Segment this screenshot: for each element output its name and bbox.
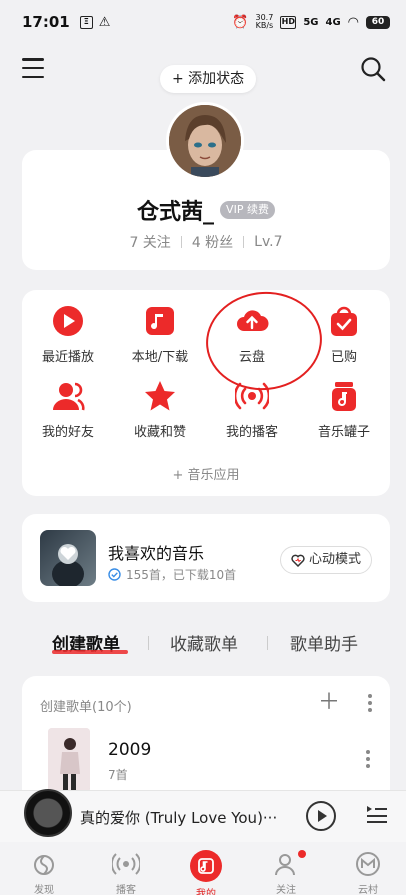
app-recent-play[interactable]: 最近播放: [22, 304, 114, 365]
playlist-count: 7首: [108, 768, 128, 782]
app-label: 我的播客: [225, 425, 278, 440]
warning-icon: ⚠: [98, 14, 111, 30]
search-icon[interactable]: [360, 56, 386, 82]
my-music-icon: [190, 850, 222, 882]
signal-5g: 5G: [303, 16, 319, 28]
status-time: 17:01: [22, 13, 70, 31]
playlist-section-header: 创建歌单(10个): [40, 700, 132, 715]
network-speed-unit: KB/s: [255, 21, 274, 30]
app-label: 音乐罐子: [317, 425, 370, 440]
recent-play-icon: [53, 306, 83, 336]
app-favorites[interactable]: 收藏和赞: [114, 379, 206, 440]
add-playlist-icon[interactable]: ＋: [318, 692, 340, 714]
app-friends[interactable]: 我的好友: [22, 379, 114, 440]
podcast-nav-icon: [112, 853, 140, 875]
app-local-download[interactable]: 本地/下载: [114, 304, 206, 365]
tab-assistant[interactable]: 歌单助手: [290, 630, 358, 655]
alarm-icon: ⏰: [232, 14, 249, 30]
nav-my-music[interactable]: 我的: [176, 850, 236, 895]
menu-icon[interactable]: [22, 58, 44, 78]
heart-mode-button[interactable]: 心动模式: [279, 546, 372, 574]
nav-label: 关注: [276, 885, 296, 895]
play-button[interactable]: [306, 801, 336, 831]
app-purchased[interactable]: 已购: [298, 304, 390, 365]
liked-music-title: 我喜欢的音乐: [108, 544, 205, 563]
hd-icon: HD: [280, 15, 297, 29]
music-jar-icon: [332, 382, 356, 411]
notification-dot: [298, 850, 306, 858]
discover-icon: [34, 855, 54, 875]
app-label: 已购: [330, 350, 357, 365]
divider: [180, 236, 182, 248]
signal-4g: 4G: [325, 16, 341, 28]
tab-divider: [267, 636, 268, 650]
top-bar: + 添加状态: [0, 52, 406, 93]
status-bar: 17:01 Ξ ⚠ ⏰ 30.7 KB/s HD 5G 4G ◠ 60: [0, 0, 406, 44]
app-label: 本地/下载: [131, 350, 189, 365]
nav-discover[interactable]: 发现: [14, 850, 74, 895]
follow-icon: [275, 854, 295, 876]
username[interactable]: 仓式茜_: [137, 194, 214, 226]
app-label: 云盘: [238, 350, 265, 365]
profile-stats: 7 关注 4 粉丝 Lv.7: [22, 232, 390, 252]
bottom-nav: 发现 播客 我的 关注 云村: [0, 842, 406, 895]
liked-music-subtitle: 155首，已下载10首: [126, 568, 237, 582]
apps-card: 最近播放 本地/下载 云盘 已购 我的好友 收藏和赞 我的播客 音乐罐子 + 音…: [22, 290, 390, 496]
app-grid: 最近播放 本地/下载 云盘 已购 我的好友 收藏和赞 我的播客 音乐罐子: [22, 304, 390, 440]
avatar[interactable]: [166, 102, 244, 180]
album-disc[interactable]: [24, 789, 72, 837]
wifi-icon: ◠: [347, 14, 359, 30]
tab-collected[interactable]: 收藏歌单: [170, 630, 238, 655]
download-check-icon: [108, 568, 121, 581]
app-podcast[interactable]: 我的播客: [206, 379, 298, 440]
nav-follow[interactable]: 关注: [256, 850, 316, 895]
nav-label: 播客: [116, 885, 136, 895]
liked-music-card[interactable]: 我喜欢的音乐 155首，已下载10首 心动模式: [22, 514, 390, 602]
app-label: 收藏和赞: [133, 425, 186, 440]
tab-divider: [148, 636, 149, 650]
app-label: 我的好友: [41, 425, 94, 440]
tab-active-indicator: [52, 650, 128, 654]
playlist-more-icon[interactable]: [366, 750, 370, 768]
divider: [243, 236, 245, 248]
following-count[interactable]: 7 关注: [129, 232, 170, 252]
notification-icon: Ξ: [79, 15, 93, 29]
playlist-queue-icon[interactable]: [366, 803, 388, 825]
cloud-drive-icon: [237, 310, 269, 331]
app-music-jar[interactable]: 音乐罐子: [298, 379, 390, 440]
vip-badge[interactable]: VIP 续费: [220, 201, 275, 219]
nav-label: 云村: [358, 885, 378, 895]
nav-podcast[interactable]: 播客: [96, 850, 156, 895]
podcast-icon: [235, 382, 269, 410]
playlist-title[interactable]: 2009: [108, 740, 151, 760]
liked-music-cover: [40, 530, 96, 586]
nav-cloud-village[interactable]: 云村: [338, 850, 398, 895]
avatar-image: [169, 105, 241, 177]
purchased-icon: [331, 306, 357, 336]
followers-count[interactable]: 4 粉丝: [192, 232, 233, 252]
friends-icon: [53, 382, 85, 411]
mini-player[interactable]: 真的爱你 (Truly Love You)···: [0, 789, 406, 842]
favorites-icon: [145, 381, 175, 411]
music-apps-button[interactable]: + 音乐应用: [22, 464, 390, 483]
now-playing-title[interactable]: 真的爱你 (Truly Love You)···: [80, 807, 290, 828]
app-cloud-drive[interactable]: 云盘: [206, 304, 298, 365]
playlist-cover-image: [48, 728, 90, 792]
more-icon[interactable]: [368, 694, 372, 712]
nav-label: 我的: [196, 889, 216, 895]
heart-mode-label: 心动模式: [308, 552, 361, 567]
app-label: 最近播放: [41, 350, 94, 365]
user-level[interactable]: Lv.7: [254, 234, 282, 250]
nav-label: 发现: [34, 885, 54, 895]
heart-icon: [52, 544, 84, 586]
playlist-cover[interactable]: [48, 728, 90, 792]
heart-outline-icon: [291, 554, 305, 567]
battery-icon: 60: [366, 15, 390, 29]
local-download-icon: [146, 307, 174, 335]
add-status-button[interactable]: + 添加状态: [160, 65, 257, 93]
cloud-village-icon: [356, 852, 380, 876]
